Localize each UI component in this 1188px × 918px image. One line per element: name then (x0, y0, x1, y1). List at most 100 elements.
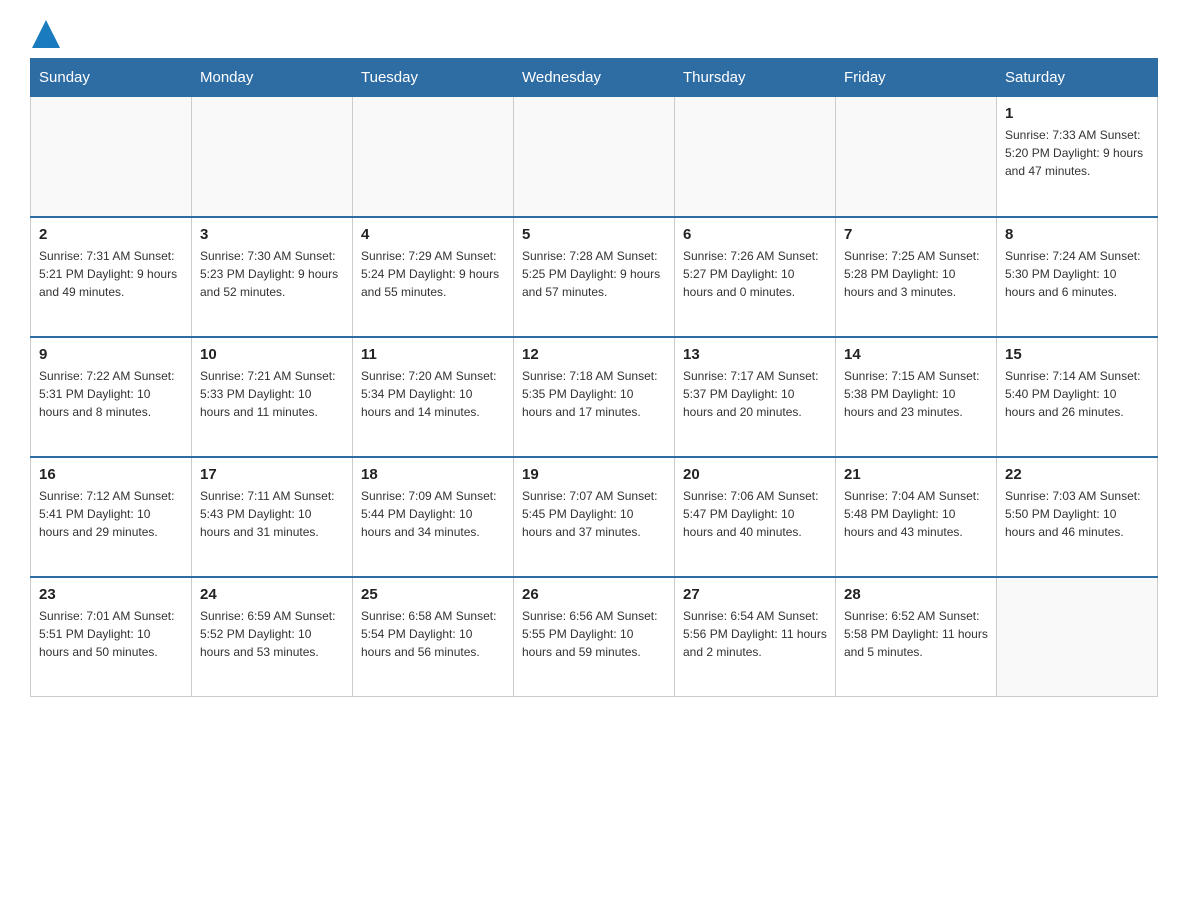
day-number: 12 (522, 346, 666, 363)
day-number: 20 (683, 466, 827, 483)
day-number: 27 (683, 586, 827, 603)
calendar-day-cell: 24 Sunrise: 6:59 AM Sunset: 5:52 PM Dayli… (192, 577, 353, 697)
day-of-week-header: Wednesday (514, 59, 675, 97)
day-info: Sunrise: 7:31 AM Sunset: 5:21 PM Dayligh… (39, 247, 183, 301)
calendar-week-row: 2 Sunrise: 7:31 AM Sunset: 5:21 PM Daylig… (31, 217, 1158, 337)
day-info: Sunrise: 7:03 AM Sunset: 5:50 PM Dayligh… (1005, 487, 1149, 541)
day-info: Sunrise: 7:04 AM Sunset: 5:48 PM Dayligh… (844, 487, 988, 541)
day-info: Sunrise: 7:11 AM Sunset: 5:43 PM Dayligh… (200, 487, 344, 541)
day-number: 19 (522, 466, 666, 483)
day-number: 15 (1005, 346, 1149, 363)
calendar-day-cell (836, 97, 997, 217)
calendar-header-row: SundayMondayTuesdayWednesdayThursdayFrid… (31, 59, 1158, 97)
day-number: 26 (522, 586, 666, 603)
calendar-day-cell: 23 Sunrise: 7:01 AM Sunset: 5:51 PM Dayli… (31, 577, 192, 697)
calendar-week-row: 23 Sunrise: 7:01 AM Sunset: 5:51 PM Dayli… (31, 577, 1158, 697)
calendar-day-cell: 8 Sunrise: 7:24 AM Sunset: 5:30 PM Daylig… (997, 217, 1158, 337)
day-number: 18 (361, 466, 505, 483)
calendar-day-cell: 14 Sunrise: 7:15 AM Sunset: 5:38 PM Dayli… (836, 337, 997, 457)
day-of-week-header: Monday (192, 59, 353, 97)
calendar-day-cell: 4 Sunrise: 7:29 AM Sunset: 5:24 PM Daylig… (353, 217, 514, 337)
day-info: Sunrise: 7:07 AM Sunset: 5:45 PM Dayligh… (522, 487, 666, 541)
logo-icon (32, 20, 60, 48)
day-of-week-header: Friday (836, 59, 997, 97)
day-info: Sunrise: 7:29 AM Sunset: 5:24 PM Dayligh… (361, 247, 505, 301)
day-number: 22 (1005, 466, 1149, 483)
day-number: 24 (200, 586, 344, 603)
day-number: 16 (39, 466, 183, 483)
calendar-day-cell: 22 Sunrise: 7:03 AM Sunset: 5:50 PM Dayli… (997, 457, 1158, 577)
day-number: 13 (683, 346, 827, 363)
calendar-day-cell: 6 Sunrise: 7:26 AM Sunset: 5:27 PM Daylig… (675, 217, 836, 337)
day-info: Sunrise: 7:12 AM Sunset: 5:41 PM Dayligh… (39, 487, 183, 541)
day-info: Sunrise: 7:25 AM Sunset: 5:28 PM Dayligh… (844, 247, 988, 301)
day-info: Sunrise: 7:09 AM Sunset: 5:44 PM Dayligh… (361, 487, 505, 541)
calendar-week-row: 9Sunrise: 7:22 AM Sunset: 5:31 PM Daylig… (31, 337, 1158, 457)
day-info: Sunrise: 7:21 AM Sunset: 5:33 PM Dayligh… (200, 367, 344, 421)
logo (30, 20, 62, 48)
calendar-day-cell: 1 Sunrise: 7:33 AM Sunset: 5:20 PM Daylig… (997, 97, 1158, 217)
calendar-day-cell: 20 Sunrise: 7:06 AM Sunset: 5:47 PM Dayli… (675, 457, 836, 577)
calendar-day-cell: 16 Sunrise: 7:12 AM Sunset: 5:41 PM Dayli… (31, 457, 192, 577)
calendar-day-cell (675, 97, 836, 217)
day-number: 5 (522, 226, 666, 243)
day-info: Sunrise: 6:59 AM Sunset: 5:52 PM Dayligh… (200, 607, 344, 661)
day-info: Sunrise: 7:33 AM Sunset: 5:20 PM Dayligh… (1005, 126, 1149, 180)
calendar-day-cell: 9Sunrise: 7:22 AM Sunset: 5:31 PM Daylig… (31, 337, 192, 457)
day-number: 17 (200, 466, 344, 483)
day-number: 4 (361, 226, 505, 243)
day-info: Sunrise: 6:54 AM Sunset: 5:56 PM Dayligh… (683, 607, 827, 661)
calendar-day-cell (31, 97, 192, 217)
day-number: 14 (844, 346, 988, 363)
calendar-day-cell: 26Sunrise: 6:56 AM Sunset: 5:55 PM Dayli… (514, 577, 675, 697)
calendar-day-cell: 21 Sunrise: 7:04 AM Sunset: 5:48 PM Dayli… (836, 457, 997, 577)
day-info: Sunrise: 7:26 AM Sunset: 5:27 PM Dayligh… (683, 247, 827, 301)
calendar-day-cell (353, 97, 514, 217)
day-number: 2 (39, 226, 183, 243)
day-number: 6 (683, 226, 827, 243)
calendar-day-cell: 7 Sunrise: 7:25 AM Sunset: 5:28 PM Daylig… (836, 217, 997, 337)
day-info: Sunrise: 7:17 AM Sunset: 5:37 PM Dayligh… (683, 367, 827, 421)
calendar-day-cell: 3 Sunrise: 7:30 AM Sunset: 5:23 PM Daylig… (192, 217, 353, 337)
day-number: 1 (1005, 105, 1149, 122)
calendar-day-cell: 12 Sunrise: 7:18 AM Sunset: 5:35 PM Dayli… (514, 337, 675, 457)
day-info: Sunrise: 7:01 AM Sunset: 5:51 PM Dayligh… (39, 607, 183, 661)
calendar-day-cell: 10Sunrise: 7:21 AM Sunset: 5:33 PM Dayli… (192, 337, 353, 457)
calendar-day-cell: 13 Sunrise: 7:17 AM Sunset: 5:37 PM Dayli… (675, 337, 836, 457)
day-info: Sunrise: 7:20 AM Sunset: 5:34 PM Dayligh… (361, 367, 505, 421)
day-info: Sunrise: 7:30 AM Sunset: 5:23 PM Dayligh… (200, 247, 344, 301)
day-info: Sunrise: 7:06 AM Sunset: 5:47 PM Dayligh… (683, 487, 827, 541)
calendar-day-cell: 17 Sunrise: 7:11 AM Sunset: 5:43 PM Dayli… (192, 457, 353, 577)
day-of-week-header: Sunday (31, 59, 192, 97)
day-number: 21 (844, 466, 988, 483)
calendar-day-cell: 18 Sunrise: 7:09 AM Sunset: 5:44 PM Dayli… (353, 457, 514, 577)
calendar-day-cell (997, 577, 1158, 697)
day-info: Sunrise: 7:15 AM Sunset: 5:38 PM Dayligh… (844, 367, 988, 421)
calendar-week-row: 1 Sunrise: 7:33 AM Sunset: 5:20 PM Daylig… (31, 97, 1158, 217)
day-info: Sunrise: 7:18 AM Sunset: 5:35 PM Dayligh… (522, 367, 666, 421)
day-number: 23 (39, 586, 183, 603)
day-info: Sunrise: 7:14 AM Sunset: 5:40 PM Dayligh… (1005, 367, 1149, 421)
page-header (30, 20, 1158, 48)
day-number: 7 (844, 226, 988, 243)
day-of-week-header: Thursday (675, 59, 836, 97)
calendar-day-cell (192, 97, 353, 217)
calendar-day-cell: 25Sunrise: 6:58 AM Sunset: 5:54 PM Dayli… (353, 577, 514, 697)
calendar-day-cell: 11 Sunrise: 7:20 AM Sunset: 5:34 PM Dayli… (353, 337, 514, 457)
day-info: Sunrise: 6:58 AM Sunset: 5:54 PM Dayligh… (361, 607, 505, 661)
calendar-day-cell: 19 Sunrise: 7:07 AM Sunset: 5:45 PM Dayli… (514, 457, 675, 577)
calendar-day-cell: 28Sunrise: 6:52 AM Sunset: 5:58 PM Dayli… (836, 577, 997, 697)
day-of-week-header: Saturday (997, 59, 1158, 97)
day-number: 8 (1005, 226, 1149, 243)
calendar-day-cell: 5 Sunrise: 7:28 AM Sunset: 5:25 PM Daylig… (514, 217, 675, 337)
day-info: Sunrise: 7:24 AM Sunset: 5:30 PM Dayligh… (1005, 247, 1149, 301)
calendar-day-cell: 27 Sunrise: 6:54 AM Sunset: 5:56 PM Dayli… (675, 577, 836, 697)
day-info: Sunrise: 7:28 AM Sunset: 5:25 PM Dayligh… (522, 247, 666, 301)
day-info: Sunrise: 6:52 AM Sunset: 5:58 PM Dayligh… (844, 607, 988, 661)
calendar-week-row: 16 Sunrise: 7:12 AM Sunset: 5:41 PM Dayli… (31, 457, 1158, 577)
day-number: 3 (200, 226, 344, 243)
day-number: 11 (361, 346, 505, 363)
calendar-table: SundayMondayTuesdayWednesdayThursdayFrid… (30, 58, 1158, 697)
day-of-week-header: Tuesday (353, 59, 514, 97)
calendar-day-cell: 15 Sunrise: 7:14 AM Sunset: 5:40 PM Dayli… (997, 337, 1158, 457)
